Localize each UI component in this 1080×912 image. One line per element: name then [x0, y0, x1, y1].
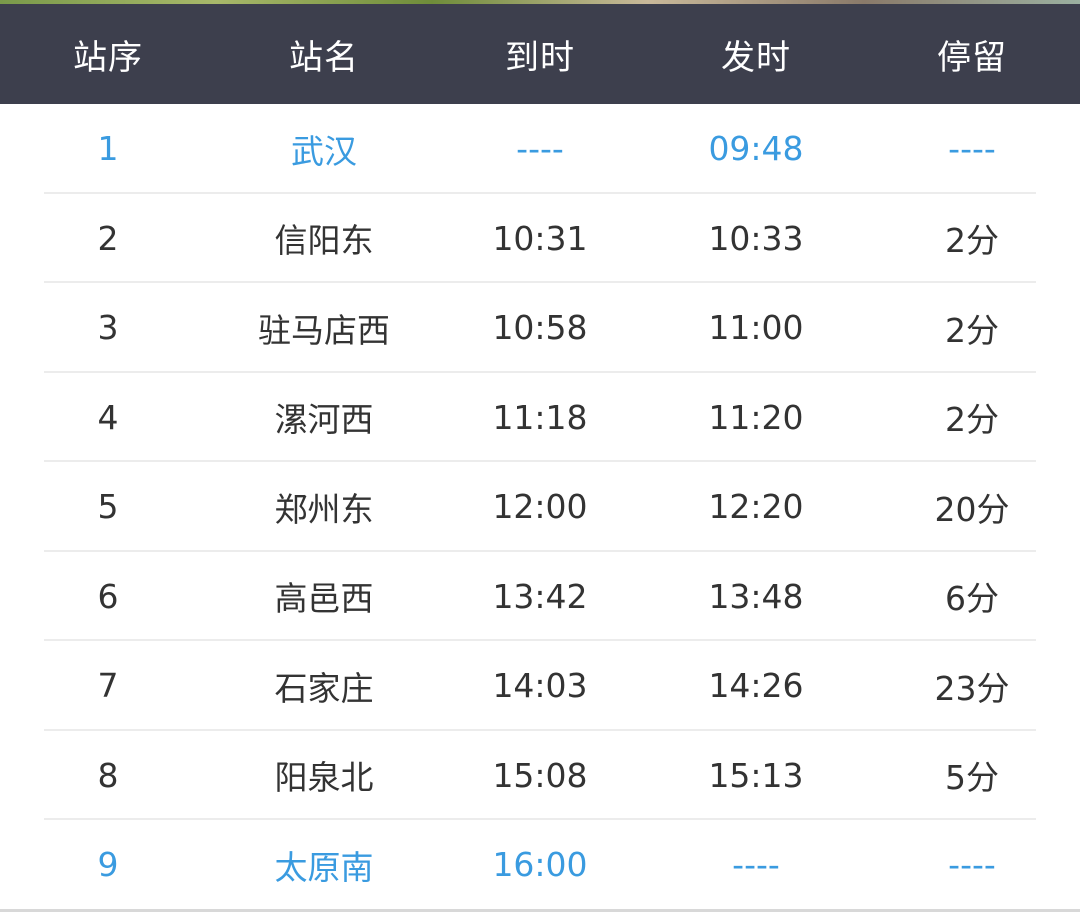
stop-depart: ----: [732, 845, 780, 885]
stop-depart: 11:20: [708, 397, 804, 437]
stop-arrive: 15:08: [492, 755, 588, 795]
stop-index: 4: [97, 397, 119, 437]
stop-station: 驻马店西: [258, 310, 390, 350]
stop-index: 5: [97, 487, 119, 527]
table-row[interactable]: 3 驻马店西 10:58 11:00 2分: [0, 283, 1080, 373]
stop-duration: 2分: [945, 221, 999, 261]
stop-station: 石家庄: [274, 668, 374, 708]
stop-arrive: 13:42: [492, 576, 588, 616]
table-row[interactable]: 7 石家庄 14:03 14:26 23分: [0, 641, 1080, 731]
stop-arrive: 14:03: [492, 666, 588, 706]
stop-depart: 15:13: [708, 755, 804, 795]
stop-station: 信阳东: [274, 221, 374, 261]
stop-duration: ----: [948, 129, 996, 169]
stop-station: 漯河西: [274, 400, 374, 440]
timetable-rows: 1 武汉 ---- 09:48 ---- 2 信阳东 10:31 10:33 2…: [0, 104, 1080, 910]
stop-arrive: 12:00: [492, 487, 588, 527]
stop-station: 阳泉北: [274, 758, 374, 798]
stop-depart: 12:20: [708, 487, 804, 527]
stop-index: 2: [97, 218, 119, 258]
stop-depart: 11:00: [708, 308, 804, 348]
stop-depart: 13:48: [708, 576, 804, 616]
stop-duration: 5分: [945, 758, 999, 798]
timetable-screen: 站序 站名 到时 发时 停留 1 武汉 ---- 09:48 ---- 2 信阳…: [0, 0, 1080, 912]
table-row[interactable]: 5 郑州东 12:00 12:20 20分: [0, 462, 1080, 552]
table-row[interactable]: 4 漯河西 11:18 11:20 2分: [0, 373, 1080, 462]
header-index: 站序: [73, 37, 143, 78]
table-row[interactable]: 9 太原南 16:00 ---- ----: [0, 820, 1080, 910]
stop-index: 3: [97, 308, 119, 348]
stop-index: 9: [97, 845, 119, 885]
header-arrive: 到时: [505, 37, 575, 78]
header-station: 站名: [289, 37, 359, 78]
stop-station: 高邑西: [274, 579, 374, 619]
stop-arrive: 11:18: [492, 397, 588, 437]
stop-duration: 23分: [934, 668, 1010, 708]
stop-duration: ----: [948, 845, 996, 885]
timetable-header: 站序 站名 到时 发时 停留: [0, 4, 1080, 104]
stop-duration: 6分: [945, 579, 999, 619]
stop-station: 太原南: [274, 847, 374, 887]
table-row[interactable]: 2 信阳东 10:31 10:33 2分: [0, 194, 1080, 283]
header-depart: 发时: [721, 37, 791, 78]
stop-station: 郑州东: [274, 489, 374, 529]
stop-arrive: 10:58: [492, 308, 588, 348]
stop-index: 6: [97, 576, 119, 616]
stop-arrive: 10:31: [492, 218, 588, 258]
stop-station: 武汉: [291, 131, 357, 171]
stop-depart: 10:33: [708, 218, 804, 258]
header-stop: 停留: [937, 37, 1007, 78]
stop-duration: 2分: [945, 310, 999, 350]
stop-duration: 20分: [934, 489, 1010, 529]
stop-arrive: 16:00: [492, 845, 588, 885]
stop-index: 8: [97, 755, 119, 795]
stop-index: 1: [97, 129, 119, 169]
stop-arrive: ----: [516, 129, 564, 169]
table-row[interactable]: 1 武汉 ---- 09:48 ----: [0, 104, 1080, 194]
stop-index: 7: [97, 666, 119, 706]
stop-depart: 14:26: [708, 666, 804, 706]
stop-depart: 09:48: [708, 129, 804, 169]
table-row[interactable]: 8 阳泉北 15:08 15:13 5分: [0, 731, 1080, 820]
stop-duration: 2分: [945, 400, 999, 440]
table-row[interactable]: 6 高邑西 13:42 13:48 6分: [0, 552, 1080, 641]
